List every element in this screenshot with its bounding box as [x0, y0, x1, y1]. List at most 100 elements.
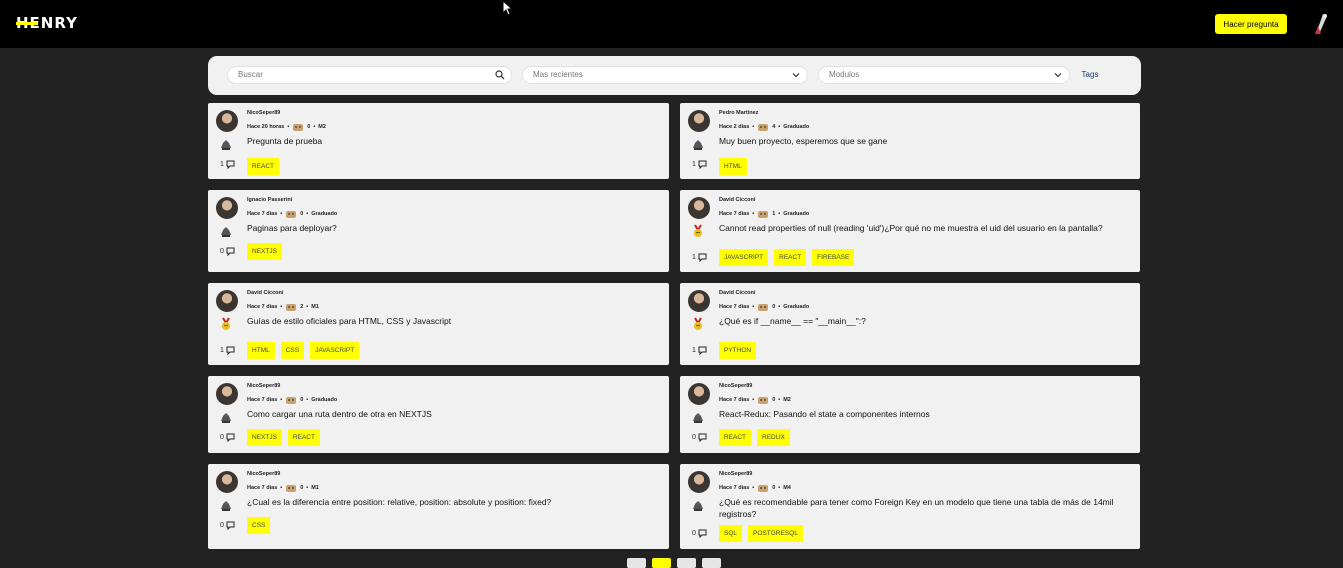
tags-button[interactable]: Tags [1073, 66, 1107, 84]
question-title[interactable]: ¿Qué es recomendable para tener como For… [719, 497, 1129, 520]
avatar[interactable] [216, 110, 238, 132]
question-card[interactable]: NicoSeper89 Hace 20 horas • 0 • M2 Pregunta de… [208, 103, 669, 179]
tag-chip[interactable]: PYTHON [719, 342, 757, 359]
search-icon[interactable] [495, 70, 505, 80]
question-card[interactable]: David Cicconi Hace 7 dias • 1 • Graduado Canno… [680, 190, 1140, 272]
tag-chip[interactable]: POSTGRESQL [748, 525, 803, 542]
meta-separator: • [778, 211, 781, 217]
avatar[interactable] [688, 197, 710, 219]
tag-chip[interactable]: REACT [247, 158, 280, 175]
tag-chip[interactable]: NEXTJS [247, 429, 282, 446]
comment-icon [226, 521, 235, 530]
page-button-1[interactable] [652, 558, 671, 568]
avatar[interactable] [216, 383, 238, 405]
meta-separator: • [306, 397, 309, 403]
author-name[interactable]: NicoSeper89 [247, 110, 280, 116]
points-count: 0 [772, 485, 776, 491]
tag-chip[interactable]: SQL [719, 525, 743, 542]
question-meta: Hace 7 dias • 1 • Graduado [719, 209, 809, 219]
sort-select[interactable]: Mas recientes [522, 66, 808, 84]
answer-count: 1 [220, 346, 235, 355]
points-icon [758, 124, 769, 131]
meta-separator: • [306, 485, 309, 491]
avatar[interactable] [688, 290, 710, 312]
question-title[interactable]: Guías de estilo oficiales para HTML, CSS… [247, 316, 658, 328]
points-count: 0 [300, 397, 304, 403]
question-card[interactable]: Ignacio Passerini Hace 7 dias • 0 • Graduado P… [208, 190, 669, 272]
answer-count-value: 1 [220, 161, 224, 168]
tag-chip[interactable]: JAVASCRIPT [719, 249, 769, 266]
avatar[interactable] [688, 383, 710, 405]
tag-chip[interactable]: CSS [280, 342, 305, 359]
answer-count-value: 1 [692, 347, 696, 354]
modules-selected: Modulos [829, 70, 860, 79]
question-title[interactable]: React-Redux: Pasando el state a componen… [719, 409, 1129, 421]
question-title[interactable]: ¿Qué es if __name__ == "__main__":? [719, 316, 1129, 328]
question-card[interactable]: David Cicconi Hace 7 dias • 0 • Graduado ¿Qué … [680, 283, 1140, 365]
question-title[interactable]: Como cargar una ruta dentro de otra en N… [247, 409, 658, 421]
points-icon [758, 211, 769, 218]
author-name[interactable]: David Cicconi [247, 290, 283, 296]
author-name[interactable]: Ignacio Passerini [247, 197, 292, 203]
author-name[interactable]: NicoSeper89 [719, 383, 752, 389]
tag-chip[interactable]: REACT [719, 429, 752, 446]
author-name[interactable]: NicoSeper89 [247, 383, 280, 389]
tag-chip[interactable]: HTML [719, 158, 747, 175]
tag-chip[interactable]: FIREBASE [812, 249, 855, 266]
question-title[interactable]: ¿Cual es la diferencia entre position: r… [247, 497, 658, 509]
question-card[interactable]: NicoSeper89 Hace 7 dias • 0 • M2 React-Redux: … [680, 376, 1140, 453]
modules-select[interactable]: Modulos [818, 66, 1070, 84]
author-name[interactable]: David Cicconi [719, 290, 755, 296]
page-button-2[interactable] [677, 558, 696, 568]
meta-separator: • [752, 124, 755, 130]
ask-question-button[interactable]: Hacer pregunta [1215, 14, 1287, 34]
author-name[interactable]: Pedro Martinez [719, 110, 758, 116]
henry-logo[interactable]: HENRY [16, 14, 78, 32]
tag-chip[interactable]: REACT [774, 249, 807, 266]
author-name[interactable]: NicoSeper89 [719, 471, 752, 477]
tag-list: SQL POSTGRESQL [719, 525, 803, 542]
tag-chip[interactable]: HTML [247, 342, 275, 359]
author-name[interactable]: NicoSeper89 [247, 471, 280, 477]
question-title[interactable]: Paginas para deployar? [247, 223, 658, 235]
tag-chip[interactable]: REACT [287, 429, 320, 446]
avatar[interactable] [688, 110, 710, 132]
question-time: Hace 7 dias [719, 304, 750, 310]
question-card[interactable]: NicoSeper89 Hace 7 dias • 0 • Graduado Como ca… [208, 376, 669, 453]
answer-count: 0 [692, 529, 707, 538]
points-count: 4 [772, 124, 776, 130]
avatar[interactable] [688, 471, 710, 493]
question-title[interactable]: Pregunta de prueba [247, 136, 658, 148]
question-card[interactable]: David Cicconi Hace 7 dias • 2 • M1 Guías de es… [208, 283, 669, 365]
tag-chip[interactable]: JAVASCRIPT [310, 342, 360, 359]
tag-chip[interactable]: CSS [247, 517, 271, 534]
tag-list: NEXTJS REACT [247, 429, 320, 446]
question-card[interactable]: NicoSeper89 Hace 7 dias • 0 • M1 ¿Cual es la d… [208, 464, 669, 549]
search-placeholder: Buscar [238, 70, 263, 79]
rank-icon [221, 227, 231, 237]
points-count: 2 [300, 304, 304, 310]
page-button-prev[interactable] [627, 558, 646, 568]
points-count: 0 [772, 397, 776, 403]
filter-bar: Buscar Mas recientes Modulos Tags [208, 56, 1141, 95]
user-avatar-icon[interactable] [1309, 12, 1331, 36]
points-count: 0 [307, 124, 311, 130]
avatar[interactable] [216, 290, 238, 312]
tag-chip[interactable]: REDUX [757, 429, 790, 446]
meta-separator: • [287, 124, 290, 130]
question-title[interactable]: Cannot read properties of null (reading … [719, 223, 1129, 235]
avatar[interactable] [216, 471, 238, 493]
question-card[interactable]: NicoSeper89 Hace 7 dias • 0 • M4 ¿Qué es recom… [680, 464, 1140, 549]
question-card[interactable]: Pedro Martinez Hace 2 dias • 4 • Graduado Muy … [680, 103, 1140, 179]
author-name[interactable]: David Cicconi [719, 197, 755, 203]
comment-icon [226, 160, 235, 169]
tag-list: PYTHON [719, 342, 757, 359]
search-input[interactable]: Buscar [227, 66, 512, 84]
page-button-next[interactable] [702, 558, 721, 568]
logo-accent-bar [16, 22, 38, 25]
avatar[interactable] [216, 197, 238, 219]
level-badge: M1 [311, 304, 319, 310]
tag-chip[interactable]: NEXTJS [247, 243, 282, 260]
question-title[interactable]: Muy buen proyecto, esperemos que se gane [719, 136, 1129, 148]
points-count: 0 [300, 211, 304, 217]
